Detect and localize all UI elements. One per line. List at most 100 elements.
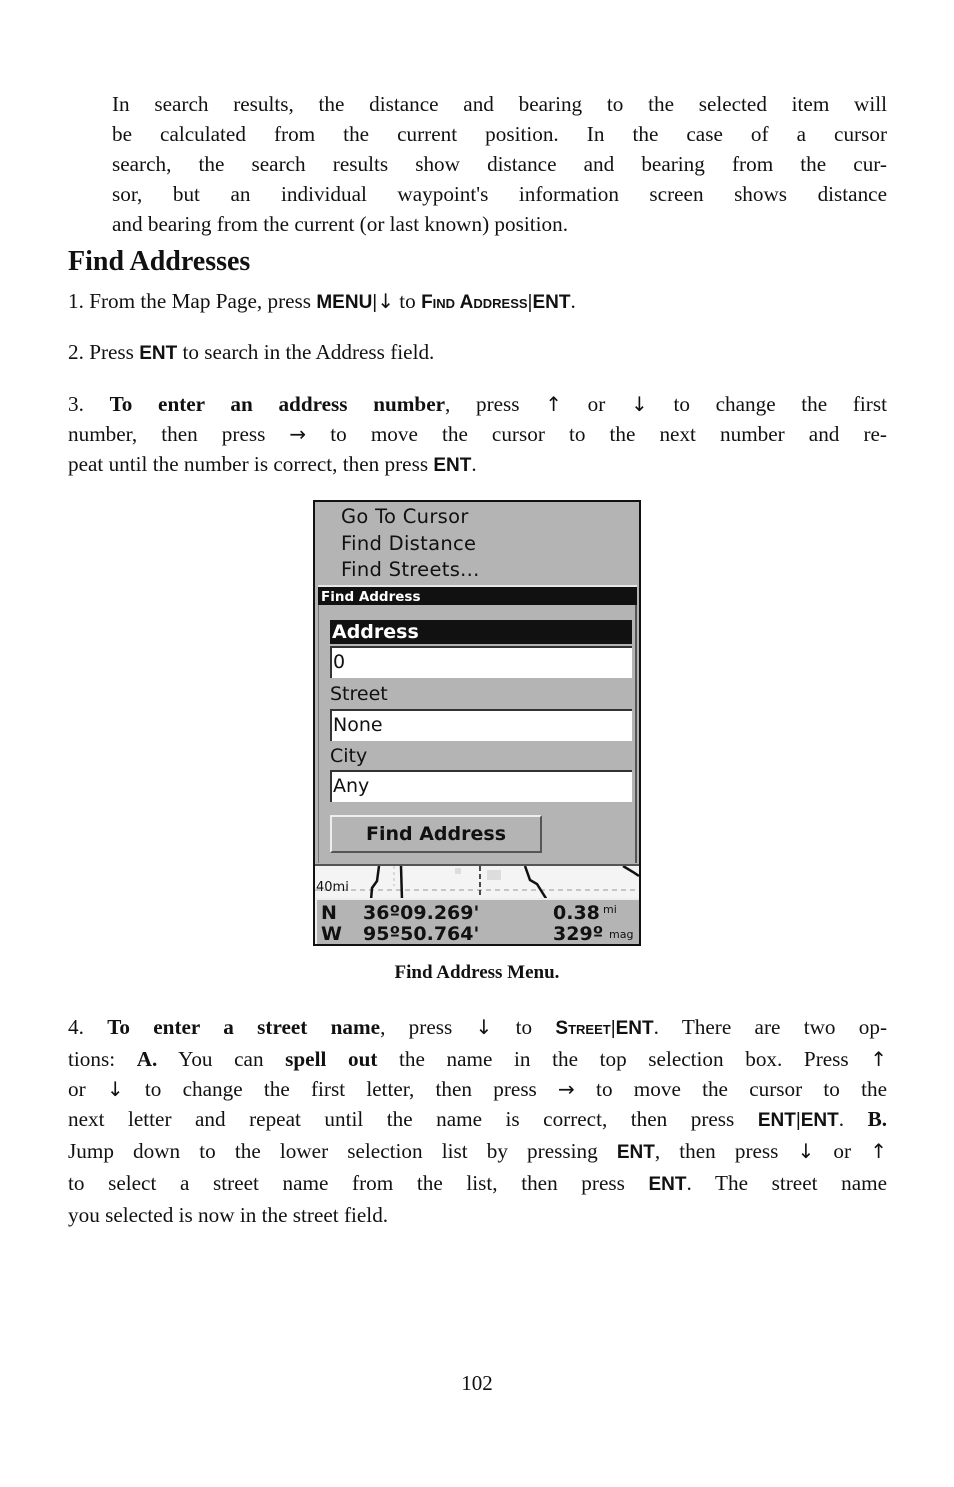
step-text: You can bbox=[157, 1047, 286, 1071]
street-field[interactable]: None bbox=[330, 709, 632, 741]
arrow-down-icon: ↓ bbox=[106, 1077, 124, 1101]
arrow-up-icon: ↑ bbox=[870, 1139, 887, 1163]
map-road bbox=[369, 866, 381, 900]
step-3: 3. To enter an address number, press ↑ o… bbox=[68, 389, 887, 481]
text-line: sor, but an individual waypoint's inform… bbox=[112, 182, 887, 206]
arrow-down-icon: ↓ bbox=[377, 289, 394, 313]
dialog-title: Find Address bbox=[318, 585, 637, 605]
step-2: 2. Press ENT to search in the Address fi… bbox=[68, 337, 887, 369]
step-text: tions: bbox=[68, 1047, 137, 1071]
step-text: to change the first letter, then press bbox=[123, 1077, 559, 1101]
emphasis-text: spell out bbox=[285, 1047, 378, 1071]
step-1: 1. From the Map Page, press MENU|↓ to Fi… bbox=[68, 286, 887, 318]
text-line: be calculated from the current position.… bbox=[112, 122, 887, 146]
step-text: , press bbox=[445, 392, 546, 416]
step-text: 1. From the Map Page, press bbox=[68, 289, 317, 313]
arrow-up-icon: ↑ bbox=[545, 392, 562, 416]
key-ent: ENT bbox=[648, 1174, 687, 1195]
step-text: to move the cursor to the next number an… bbox=[306, 422, 887, 446]
key-ent: ENT bbox=[616, 1142, 655, 1163]
step-text: to select a street name from the list, t… bbox=[68, 1171, 649, 1195]
step-text: . bbox=[570, 289, 576, 313]
bearing-value: 329º bbox=[553, 923, 604, 945]
option-a-label: A. bbox=[136, 1047, 158, 1071]
step-text: 2. Press bbox=[68, 340, 140, 364]
menu-item-find-address: Find Address bbox=[421, 292, 528, 313]
street-label: Street bbox=[330, 683, 388, 705]
map-road bbox=[523, 866, 549, 900]
step-text: peat until the number is correct, then p… bbox=[68, 452, 434, 476]
find-address-button[interactable]: Find Address bbox=[330, 815, 542, 853]
arrow-down-icon: ↓ bbox=[475, 1015, 493, 1039]
map-road bbox=[399, 866, 404, 900]
key-ent: ENT bbox=[800, 1110, 839, 1131]
step-text: or bbox=[814, 1139, 871, 1163]
page-number: 102 bbox=[461, 1371, 493, 1395]
step-heading: To enter a street name bbox=[107, 1015, 381, 1039]
option-b-label: B. bbox=[867, 1107, 887, 1131]
step-text: or bbox=[68, 1077, 107, 1101]
bearing-unit: mag bbox=[609, 928, 634, 941]
step-text: to bbox=[492, 1015, 556, 1039]
step-text: to change the first bbox=[647, 392, 887, 416]
key-ent: ENT bbox=[433, 455, 472, 476]
address-label: Address bbox=[330, 620, 632, 644]
key-ent: ENT bbox=[757, 1110, 796, 1131]
step-number: 3. bbox=[68, 392, 110, 416]
latitude: 36º09.269' bbox=[363, 902, 480, 924]
step-text: to search in the Address field. bbox=[177, 340, 435, 364]
step-text: the name in the top selection box. Press bbox=[377, 1047, 871, 1071]
arrow-down-icon: ↓ bbox=[631, 392, 648, 416]
intro-paragraph: In search results, the distance and bear… bbox=[112, 89, 887, 239]
map-area bbox=[487, 870, 501, 880]
step-heading: To enter an address number bbox=[109, 392, 446, 416]
step-text: , then press bbox=[654, 1139, 798, 1163]
longitude: 95º50.764' bbox=[363, 923, 480, 945]
step-text: you selected is now in the street field. bbox=[68, 1203, 389, 1227]
menu-item-find-streets[interactable]: Find Streets... bbox=[341, 558, 480, 581]
lon-hemisphere: W bbox=[321, 923, 342, 945]
step-text: , press bbox=[380, 1015, 476, 1039]
distance-value: 0.38 bbox=[553, 902, 600, 924]
step-text: next letter and repeat until the name is… bbox=[68, 1107, 758, 1131]
map-road bbox=[622, 866, 639, 878]
menu-item-street: Street bbox=[555, 1018, 611, 1039]
distance-unit: mi bbox=[603, 903, 617, 916]
menu-item-go-to-cursor[interactable]: Go To Cursor bbox=[341, 505, 469, 528]
step-text: . bbox=[838, 1107, 868, 1131]
key-ent: ENT bbox=[139, 343, 178, 364]
step-4: 4. To enter a street name, press ↓ to St… bbox=[68, 1012, 887, 1230]
key-menu: MENU bbox=[316, 292, 373, 313]
device-screen: Go To Cursor Find Distance Find Streets.… bbox=[313, 500, 641, 946]
menu-item-find-distance[interactable]: Find Distance bbox=[341, 532, 476, 555]
address-field[interactable]: 0 bbox=[330, 646, 632, 678]
map-strip: 40mi bbox=[315, 864, 639, 900]
map-scale-label: 40mi bbox=[316, 880, 349, 895]
map-area bbox=[455, 868, 461, 874]
key-ent: ENT bbox=[615, 1018, 654, 1039]
figure-caption: Find Address Menu. bbox=[394, 962, 560, 983]
text-line: and bearing from the current (or last kn… bbox=[112, 212, 568, 236]
section-title: Find Addresses bbox=[68, 246, 251, 277]
find-address-dialog: Address 0 Street None City Any Find Addr… bbox=[318, 605, 637, 863]
step-text: . There are two op- bbox=[653, 1015, 888, 1039]
step-text: Jump down to the lower selection list by… bbox=[68, 1139, 617, 1163]
city-label: City bbox=[330, 745, 368, 767]
step-text: . bbox=[471, 452, 477, 476]
step-text: number, then press bbox=[68, 422, 290, 446]
arrow-right-icon: → bbox=[289, 422, 307, 446]
step-text: to move the cursor to the bbox=[574, 1077, 887, 1101]
arrow-right-icon: → bbox=[558, 1077, 575, 1101]
key-ent: ENT bbox=[532, 292, 571, 313]
map-roads bbox=[315, 866, 639, 900]
step-text: or bbox=[562, 392, 632, 416]
arrow-up-icon: ↑ bbox=[870, 1047, 888, 1071]
arrow-down-icon: ↓ bbox=[797, 1139, 815, 1163]
position-status-bar: N 36º09.269' W 95º50.764' 0.38 mi 329º m… bbox=[315, 898, 639, 945]
text-line: In search results, the distance and bear… bbox=[112, 92, 887, 116]
city-field[interactable]: Any bbox=[330, 770, 632, 802]
text-line: search, the search results show distance… bbox=[112, 152, 887, 176]
step-text: . The street name bbox=[686, 1171, 887, 1195]
step-text: to bbox=[394, 289, 422, 313]
lat-hemisphere: N bbox=[321, 902, 337, 924]
